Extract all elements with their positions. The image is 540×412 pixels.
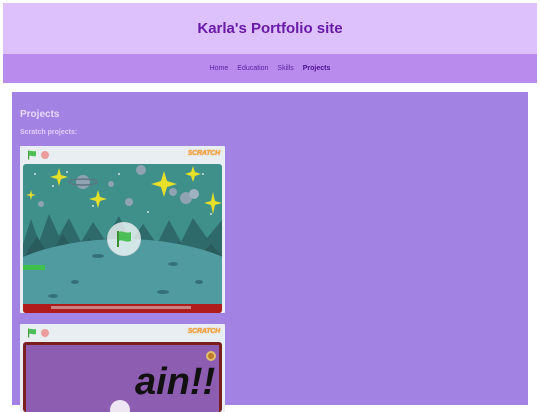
nav-education[interactable]: Education: [237, 65, 268, 72]
scratch-player-1: SCRATCH: [20, 146, 225, 313]
scratch-player-2: SCRATCH ain!!: [20, 324, 225, 412]
stage-text: ain!!: [135, 361, 215, 403]
scratch-logo: SCRATCH: [187, 150, 221, 157]
start-overlay-button[interactable]: [107, 222, 141, 256]
green-flag-icon: [117, 231, 131, 247]
main-nav: Home Education Skills Projects: [3, 54, 537, 83]
site-header: Karla's Portfolio site: [3, 3, 537, 54]
project-stage[interactable]: ain!!: [23, 342, 222, 412]
site-title: Karla's Portfolio site: [197, 20, 343, 37]
player-controls: SCRATCH: [20, 146, 225, 164]
projects-section: Projects Scratch projects: SCRATCH SCRAT…: [12, 92, 528, 412]
section-title: Projects: [20, 109, 60, 120]
win-scene: ain!!: [23, 342, 222, 412]
scratch-projects-subtitle: Scratch projects:: [20, 129, 78, 136]
green-flag-icon[interactable]: [27, 328, 37, 338]
player-controls: SCRATCH: [20, 324, 225, 342]
nav-home[interactable]: Home: [210, 65, 229, 72]
stop-icon[interactable]: [41, 329, 49, 337]
nav-projects[interactable]: Projects: [303, 65, 331, 72]
green-flag-icon[interactable]: [27, 150, 37, 160]
stop-icon[interactable]: [41, 151, 49, 159]
project-stage[interactable]: [23, 164, 222, 313]
scratch-logo: SCRATCH: [187, 328, 221, 335]
nav-skills[interactable]: Skills: [277, 65, 293, 72]
